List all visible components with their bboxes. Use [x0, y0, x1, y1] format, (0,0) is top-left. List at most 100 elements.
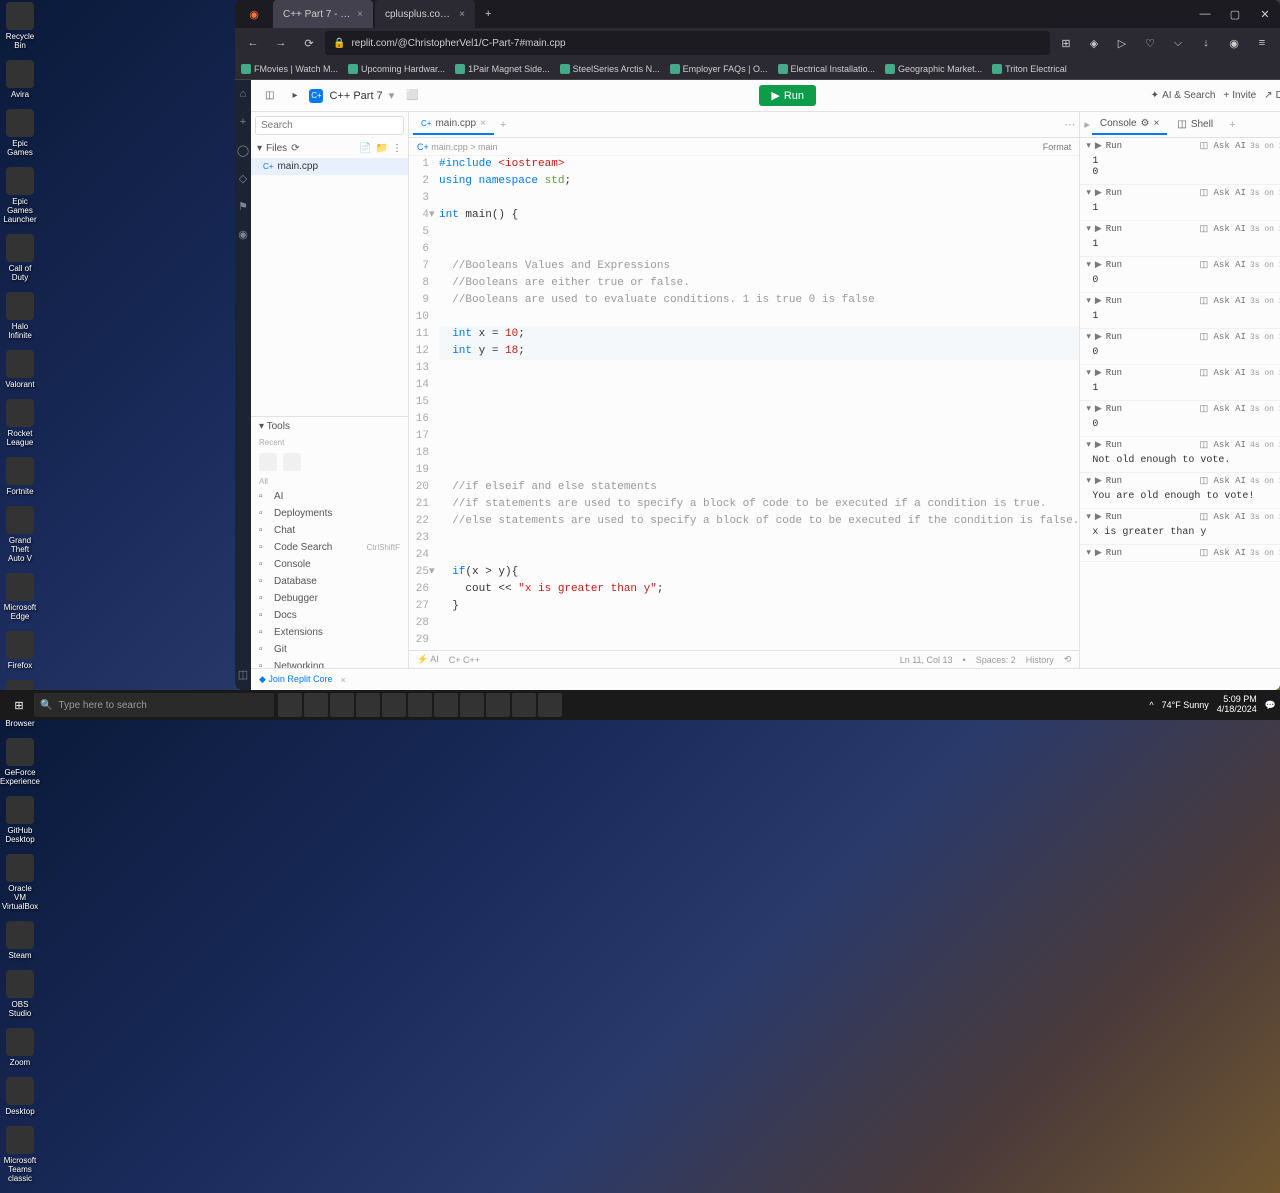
clock[interactable]: 5:09 PM 4/18/2024	[1217, 695, 1257, 715]
breadcrumb[interactable]: main.cpp > main	[431, 142, 497, 152]
bounty-icon[interactable]: ◇	[235, 170, 251, 186]
settings-icon[interactable]: ⚙	[1141, 118, 1150, 129]
sidebar-toggle[interactable]: ▸	[286, 87, 303, 104]
desktop-icon[interactable]: Microsoft Teams classic	[2, 1126, 38, 1183]
chevron-down-icon[interactable]: ▾	[1086, 332, 1091, 342]
new-tab-button[interactable]: +	[477, 0, 499, 28]
chevron-down-icon[interactable]: ▾	[1086, 260, 1091, 270]
recent-tool-2[interactable]	[283, 453, 301, 471]
desktop-icon[interactable]: Zoom	[2, 1028, 38, 1067]
bookmark[interactable]: Upcoming Hardwar...	[348, 64, 445, 74]
desktop-icon[interactable]: Valorant	[2, 350, 38, 389]
notifications-icon[interactable]: 💬	[1265, 700, 1276, 711]
bookmark[interactable]: Triton Electrical	[992, 64, 1067, 74]
chevron-down-icon[interactable]: ▾	[1086, 224, 1091, 234]
sync-icon[interactable]: ⟳	[291, 143, 299, 154]
close-icon[interactable]: ×	[1154, 118, 1160, 129]
start-button[interactable]: ⊞	[4, 699, 34, 712]
taskbar-app[interactable]	[460, 693, 484, 717]
invite-button[interactable]: + Invite	[1223, 90, 1256, 101]
desktop-icon[interactable]: Rocket League	[2, 399, 38, 447]
menu-icon[interactable]: ≡	[1250, 31, 1274, 55]
desktop-icon[interactable]: Microsoft Edge	[2, 573, 38, 621]
history-button[interactable]: History	[1026, 655, 1054, 665]
ai-search-button[interactable]: ✦ AI & Search	[1151, 90, 1216, 101]
more-icon[interactable]: ⋮	[392, 143, 402, 154]
browser-tab[interactable]: cplusplus.com/reference/i×	[375, 0, 475, 28]
chevron-down-icon[interactable]: ▾	[1086, 512, 1091, 522]
chevron-down-icon[interactable]: ▾	[1086, 296, 1091, 306]
ai-indicator[interactable]: ⚡ AI	[417, 654, 439, 665]
tab-console[interactable]: Console ⚙ ×	[1092, 114, 1168, 135]
lang-indicator[interactable]: C+ C++	[449, 655, 480, 665]
desktop-icon[interactable]: Oracle VM VirtualBox	[2, 854, 38, 911]
bookmark[interactable]: FMovies | Watch M...	[241, 64, 338, 74]
shield-icon[interactable]: ◈	[1082, 31, 1106, 55]
back-button[interactable]: ←	[241, 31, 265, 55]
tool-deployments[interactable]: ▫Deployments	[251, 505, 408, 522]
ask-ai-button[interactable]: ◫ Ask AI	[1200, 141, 1246, 151]
code-editor[interactable]: 1#include <iostream>2using namespace std…	[409, 156, 1079, 650]
taskbar-app[interactable]	[330, 693, 354, 717]
tool-database[interactable]: ▫Database	[251, 573, 408, 590]
download-icon[interactable]: ↓	[1194, 31, 1218, 55]
history-icon[interactable]: ⟲	[1064, 654, 1072, 665]
chevron-down-icon[interactable]: ▾	[1086, 188, 1091, 198]
search-input[interactable]	[255, 116, 404, 135]
taskbar-app[interactable]	[408, 693, 432, 717]
maximize-button[interactable]: ▢	[1220, 0, 1250, 28]
play-icon[interactable]: ▷	[1110, 31, 1134, 55]
bookmark[interactable]: Employer FAQs | O...	[670, 64, 768, 74]
ask-ai-button[interactable]: ◫ Ask AI	[1200, 368, 1246, 378]
minimize-button[interactable]: —	[1190, 0, 1220, 28]
chevron-down-icon[interactable]: ▾	[1086, 368, 1091, 378]
desktop-icon[interactable]: Call of Duty	[2, 234, 38, 282]
join-replit-core[interactable]: ◆ Join Replit Core	[259, 674, 332, 685]
account-icon[interactable]: ◉	[1222, 31, 1246, 55]
ask-ai-button[interactable]: ◫ Ask AI	[1200, 296, 1246, 306]
tool-networking[interactable]: ▫Networking	[251, 658, 408, 668]
tool-console[interactable]: ▫Console	[251, 556, 408, 573]
file-main-cpp[interactable]: C+main.cpp	[251, 158, 408, 175]
teams-icon[interactable]: ⚑	[235, 198, 251, 214]
learn-icon[interactable]: ◉	[235, 226, 251, 242]
close-icon[interactable]: ×	[459, 9, 465, 20]
tool-debugger[interactable]: ▫Debugger	[251, 590, 408, 607]
docs-icon[interactable]: ◫	[235, 666, 251, 682]
tray-hidden-icon[interactable]: ^	[1149, 700, 1153, 710]
tab-shell[interactable]: ◫ Shell	[1169, 115, 1221, 134]
taskbar-app[interactable]	[512, 693, 536, 717]
spaces-indicator[interactable]: Spaces: 2	[976, 655, 1016, 665]
new-tab-button[interactable]: +	[494, 119, 512, 131]
ask-ai-button[interactable]: ◫ Ask AI	[1200, 440, 1246, 450]
chevron-down-icon[interactable]: ▾	[1086, 141, 1091, 151]
plus-icon[interactable]: +	[235, 114, 251, 130]
globe-icon[interactable]: ◯	[235, 142, 251, 158]
chevron-down-icon[interactable]: ▾	[1086, 440, 1091, 450]
layout-toggle[interactable]: ◫	[259, 87, 280, 104]
ask-ai-button[interactable]: ◫ Ask AI	[1200, 224, 1246, 234]
run-button[interactable]: ▶ Run	[759, 85, 816, 106]
ask-ai-button[interactable]: ◫ Ask AI	[1200, 548, 1246, 558]
ask-ai-button[interactable]: ◫ Ask AI	[1200, 260, 1246, 270]
deploy-button[interactable]: ↗ Deploy	[1264, 90, 1280, 101]
tool-extensions[interactable]: ▫Extensions	[251, 624, 408, 641]
window-close-button[interactable]: ✕	[1250, 0, 1280, 28]
recent-tool-1[interactable]	[259, 453, 277, 471]
desktop-icon[interactable]: Desktop	[2, 1077, 38, 1116]
taskbar-search[interactable]: 🔍Type here to search	[34, 693, 274, 717]
heart-icon[interactable]: ♡	[1138, 31, 1162, 55]
format-button[interactable]: Format	[1043, 142, 1072, 152]
tool-code-search[interactable]: ▫Code SearchCtrlShiftF	[251, 539, 408, 556]
ask-ai-button[interactable]: ◫ Ask AI	[1200, 512, 1246, 522]
tool-ai[interactable]: ▫AI	[251, 488, 408, 505]
close-icon[interactable]: ×	[480, 118, 486, 129]
chevron-down-icon[interactable]: ▾	[1086, 476, 1091, 486]
editor-tab-main[interactable]: C+main.cpp×	[413, 114, 494, 135]
tab-more-icon[interactable]: ⋯	[1064, 118, 1075, 131]
taskbar-app[interactable]	[356, 693, 380, 717]
desktop-icon[interactable]: GitHub Desktop	[2, 796, 38, 844]
bookmark[interactable]: 1Pair Magnet Side...	[455, 64, 550, 74]
chevron-down-icon[interactable]: ▾	[1086, 548, 1091, 558]
taskbar-app[interactable]	[278, 693, 302, 717]
